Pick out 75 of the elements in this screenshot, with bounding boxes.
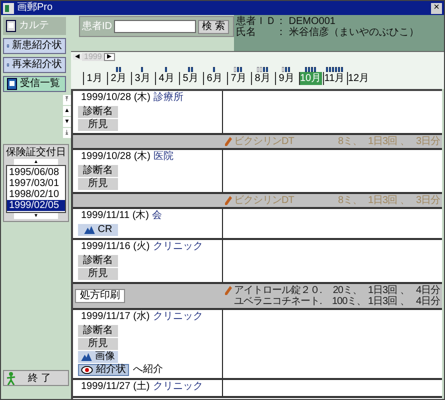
sidebar-item[interactable]: 再来紹介状 (3, 57, 66, 73)
visit-marker-icon (165, 67, 167, 72)
record-item-button[interactable]: 所見 (78, 268, 118, 280)
record-item-button[interactable]: 紹介状 (78, 364, 129, 376)
drug-dose: 20ミ、 (332, 286, 362, 296)
record-item-button[interactable]: 所見 (78, 338, 118, 350)
drug-name: ビクシリンDT (234, 196, 296, 206)
drug-name: ビクシリンDT (234, 136, 296, 146)
drug-days: 3日分 (416, 196, 442, 206)
visit-marker-icon (141, 67, 143, 72)
record-item-button[interactable]: 所見 (78, 118, 118, 130)
month-tab[interactable]: 11月 (322, 72, 346, 85)
mountain-icon (84, 226, 95, 234)
clinic-name: クリニック (152, 312, 203, 322)
drug-frequency: 1日3回 (368, 196, 398, 206)
drug-frequency: 1日3回 (368, 136, 398, 146)
walking-person-icon (6, 372, 16, 384)
exit-button[interactable]: 終 了 (3, 370, 69, 386)
insurance-date[interactable]: 1995/06/08 (7, 167, 65, 178)
sidebar-item[interactable]: 受信一覧 (3, 76, 66, 92)
window-title: 画郵Pro (17, 3, 53, 13)
search-button[interactable]: 検 索 (198, 20, 229, 34)
print-prescription-button[interactable]: 処方印刷 (75, 289, 125, 303)
drug-dose: 8ミ、 (336, 136, 362, 146)
close-button[interactable]: × (431, 2, 442, 14)
insurance-date[interactable]: 1997/03/01 (7, 178, 65, 189)
record-item-button[interactable]: 所見 (78, 178, 118, 190)
insurance-title: 保険証交付日 (6, 147, 66, 159)
drug-name: ユベラニコチネート. (234, 296, 323, 306)
drug-frequency: 1日3回 (368, 286, 398, 296)
eye-icon (81, 366, 93, 374)
patient-id-field[interactable] (114, 20, 196, 33)
visit-date: 1999/11/27 (土) (81, 382, 150, 392)
drug-dose: 100ミ、 (332, 296, 362, 306)
drug-separator: 、 (400, 286, 410, 296)
drug-frequency: 1日3回 (368, 296, 398, 306)
patient-id: 患者ＩＤ： DEMO001 (236, 16, 336, 27)
drug-days: 3日分 (416, 136, 442, 146)
visit-date: 1999/10/28 (木) (81, 152, 150, 162)
clinic-name: 診療所 (154, 93, 184, 103)
pencil-icon (225, 196, 232, 205)
insurance-date[interactable]: 1999/02/05 (7, 200, 65, 211)
search-label: 患者ID (82, 20, 112, 34)
drug-separator: 、 (400, 136, 410, 146)
drug-separator: 、 (400, 196, 410, 206)
app-logo-icon (3, 2, 14, 14)
clinic-name: 医院 (154, 152, 174, 162)
sidebar-item[interactable]: 新患紹介状 (3, 38, 66, 54)
record-item-button[interactable]: 診断名 (78, 106, 118, 118)
insurance-date[interactable]: 1998/02/10 (7, 189, 65, 200)
month-tab[interactable]: 12月 (346, 72, 370, 85)
record-item-button[interactable]: 診断名 (78, 164, 118, 176)
record-item-button[interactable]: 画像 (78, 350, 118, 362)
drug-days: 4日分 (416, 296, 442, 306)
visit-date: 1999/10/28 (木) (81, 93, 150, 103)
mountain-icon (81, 352, 92, 360)
visit-date: 1999/11/16 (火) (81, 242, 150, 252)
visit-date: 1999/11/17 (水) (81, 312, 150, 322)
pencil-icon (225, 137, 232, 146)
referral-note: へ紹介 (133, 364, 163, 374)
record-item-button[interactable]: 診断名 (78, 254, 118, 266)
drug-name: アイトロール錠２０. (234, 286, 323, 296)
patient-name: 氏名 ： 米谷信彦（まいやのぶひこ） (236, 27, 420, 38)
record-item-button[interactable]: CR (78, 224, 118, 236)
visit-marker-icon (213, 67, 215, 72)
drug-days: 4日分 (416, 286, 442, 296)
record-item-button[interactable]: 診断名 (78, 324, 118, 336)
pencil-icon (225, 286, 232, 295)
visit-date: 1999/11/11 (木) (81, 211, 150, 221)
clinic-name: クリニック (152, 242, 203, 252)
clinic-name: 会 (152, 211, 162, 221)
drug-separator: 、 (400, 296, 410, 306)
drug-dose: 8ミ、 (336, 196, 362, 206)
month-tab[interactable]: 10月 (298, 72, 322, 85)
clinic-name: クリニック (152, 382, 203, 392)
